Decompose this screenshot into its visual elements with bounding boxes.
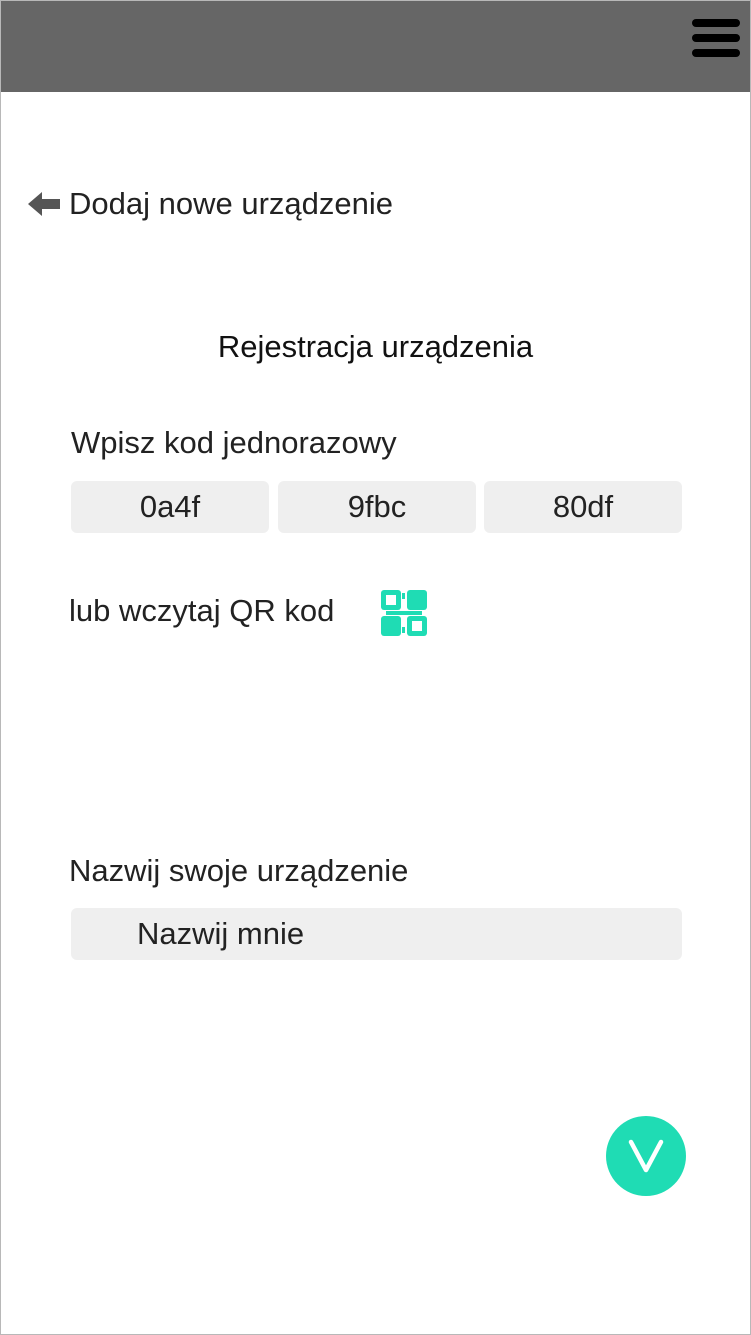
page-title: Dodaj nowe urządzenie (69, 186, 393, 221)
menu-line (692, 49, 740, 57)
app-screen: Dodaj nowe urządzenie Rejestracja urządz… (0, 0, 751, 1335)
hamburger-menu-icon[interactable] (690, 19, 742, 59)
menu-line (692, 34, 740, 42)
code-field-1[interactable]: 0a4f (71, 481, 269, 533)
menu-line (692, 19, 740, 27)
checkmark-v-icon (628, 1139, 664, 1173)
code-field-2[interactable]: 9fbc (278, 481, 476, 533)
confirm-button[interactable] (606, 1116, 686, 1196)
back-button[interactable]: Dodaj nowe urządzenie (27, 184, 393, 224)
section-title: Rejestracja urządzenia (217, 329, 534, 364)
qr-code-icon[interactable] (380, 589, 428, 637)
top-bar (1, 1, 750, 92)
code-field-3[interactable]: 80df (484, 481, 682, 533)
code-label: Wpisz kod jednorazowy (71, 425, 397, 460)
qr-label: lub wczytaj QR kod (69, 593, 335, 628)
device-name-label: Nazwij swoje urządzenie (69, 853, 409, 888)
device-name-input[interactable]: Nazwij mnie (71, 908, 682, 960)
arrow-left-icon (28, 192, 60, 216)
